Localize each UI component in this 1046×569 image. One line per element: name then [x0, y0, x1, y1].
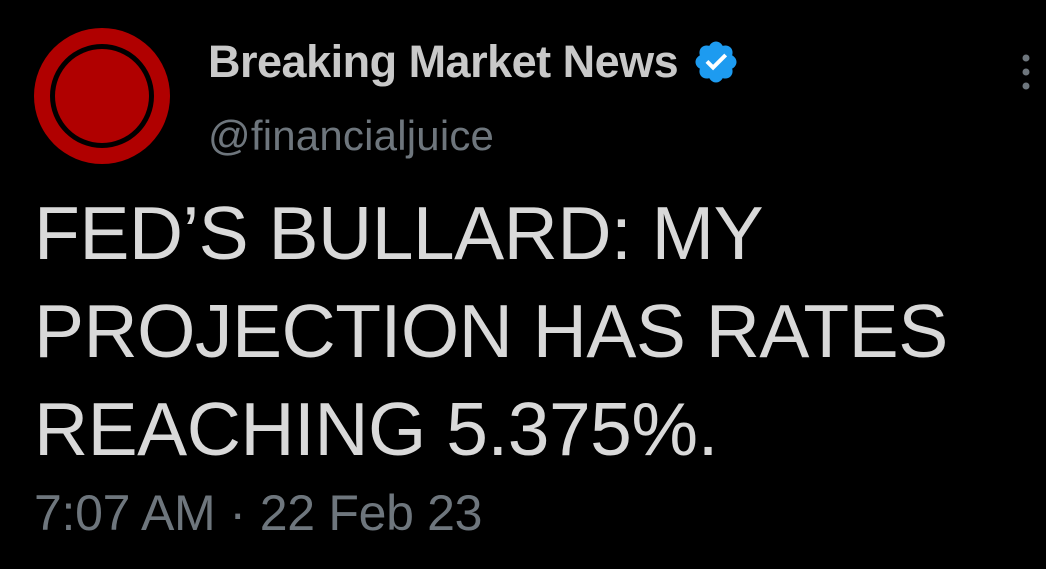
tweet-card: Breaking Market News @financialjuice FED… — [0, 0, 1046, 569]
red-target-logo-icon — [34, 28, 170, 164]
meta-separator: · — [229, 485, 246, 541]
tweet-timestamp[interactable]: 7:07 AM · 22 Feb 23 — [34, 484, 483, 542]
verified-badge-icon[interactable] — [692, 38, 740, 86]
display-name-row: Breaking Market News — [208, 34, 988, 90]
user-handle[interactable]: @financialjuice — [208, 112, 988, 160]
tweet-header: Breaking Market News @financialjuice — [208, 34, 988, 160]
tweet-text-line: FED’S BULLARD: MY — [34, 191, 764, 275]
more-options-icon[interactable] — [1018, 52, 1034, 92]
avatar[interactable] — [32, 26, 172, 166]
tweet-text-line: PROJECTION HAS RATES — [34, 289, 948, 373]
tweet-date: 22 Feb 23 — [259, 485, 483, 541]
display-name[interactable]: Breaking Market News — [208, 36, 679, 88]
tweet-time: 7:07 AM — [34, 485, 216, 541]
tweet-text: FED’S BULLARD: MY PROJECTION HAS RATES R… — [34, 184, 1024, 478]
tweet-text-line: REACHING 5.375%. — [34, 387, 718, 471]
